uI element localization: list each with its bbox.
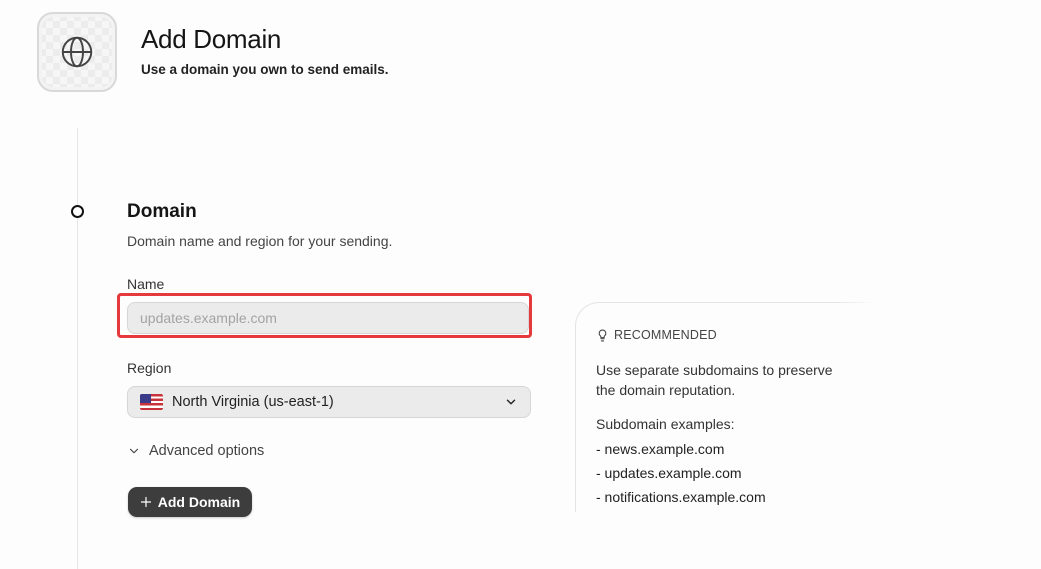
add-domain-page: Add Domain Use a domain you own to send …: [0, 0, 1041, 569]
list-item: - updates.example.com: [596, 465, 742, 481]
us-flag-icon: [140, 394, 163, 410]
region-label: Region: [127, 360, 172, 376]
list-item: - news.example.com: [596, 441, 725, 457]
section-title: Domain: [127, 201, 197, 222]
region-selected-value: North Virginia (us-east-1): [172, 394, 334, 410]
list-item: - notifications.example.com: [596, 489, 766, 505]
subdomain-examples-title: Subdomain examples:: [596, 416, 735, 432]
recommendation-card: RECOMMENDED Use separate subdomains to p…: [575, 302, 875, 512]
timeline-line: [77, 128, 78, 569]
globe-icon: [61, 36, 93, 68]
timeline-step-dot: [71, 205, 84, 218]
recommendation-heading: RECOMMENDED: [596, 328, 717, 342]
add-domain-button[interactable]: Add Domain: [128, 487, 252, 517]
name-label: Name: [127, 276, 165, 292]
domain-name-input[interactable]: [127, 302, 529, 334]
lightbulb-icon: [598, 329, 607, 341]
advanced-options-toggle[interactable]: Advanced options: [127, 443, 264, 459]
page-title: Add Domain: [141, 24, 282, 54]
section-description: Domain name and region for your sending.: [127, 233, 393, 249]
chevron-down-icon: [129, 448, 139, 454]
region-select[interactable]: North Virginia (us-east-1): [127, 386, 531, 418]
add-domain-button-label: Add Domain: [157, 494, 241, 510]
recommendation-heading-text: RECOMMENDED: [614, 328, 717, 342]
page-subtitle: Use a domain you own to send emails.: [141, 62, 389, 77]
domain-logo-tile: [37, 12, 117, 92]
advanced-options-label: Advanced options: [149, 443, 265, 459]
recommendation-text: Use separate subdomains to preserve the …: [596, 362, 833, 398]
subdomain-examples-list: - news.example.com - updates.example.com…: [596, 437, 766, 509]
chevron-down-icon: [506, 399, 516, 405]
plus-icon: [140, 496, 151, 508]
